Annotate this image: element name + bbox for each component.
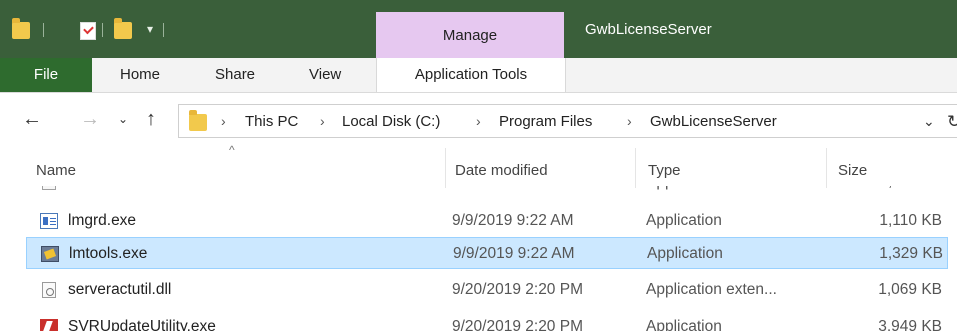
file-name: libfnmdl.dll bbox=[68, 186, 141, 198]
title-bar: ▾ Manage GwbLicenseServer bbox=[0, 0, 957, 58]
tab-share[interactable]: Share bbox=[215, 58, 255, 92]
breadcrumb-separator-icon[interactable]: › bbox=[221, 105, 226, 137]
file-type: Application bbox=[647, 245, 723, 262]
back-arrow-icon[interactable]: ← bbox=[22, 108, 42, 130]
customize-toolbar-dropdown-icon[interactable]: ▾ bbox=[147, 22, 153, 36]
breadcrumb-separator-icon[interactable]: › bbox=[476, 105, 481, 137]
folder-icon bbox=[189, 110, 207, 131]
column-header-size[interactable]: Size bbox=[838, 162, 867, 179]
file-size: 1,069 KB bbox=[878, 281, 942, 298]
tab-application-tools[interactable]: Application Tools bbox=[376, 58, 566, 92]
file-date-modified: 9/9/2019 9:22 AM bbox=[453, 245, 575, 262]
breadcrumb-program-files[interactable]: Program Files bbox=[499, 105, 592, 137]
file-row[interactable]: SVRUpdateUtility.exe 9/20/2019 2:20 PM A… bbox=[26, 311, 948, 331]
dll-file-icon bbox=[42, 186, 56, 190]
file-name: SVRUpdateUtility.exe bbox=[68, 318, 216, 331]
file-name: serveractutil.dll bbox=[68, 281, 172, 298]
file-row[interactable]: libfnmdl.dll 9/20/2019 2:20 PM Applicati… bbox=[26, 186, 948, 198]
new-folder-icon[interactable] bbox=[114, 18, 132, 39]
breadcrumb-local-disk[interactable]: Local Disk (C:) bbox=[342, 105, 440, 137]
breadcrumb-separator-icon[interactable]: › bbox=[320, 105, 325, 137]
column-divider[interactable] bbox=[445, 148, 446, 188]
toolbar-divider bbox=[163, 23, 164, 37]
tab-home[interactable]: Home bbox=[120, 58, 160, 92]
file-date-modified: 9/9/2019 9:22 AM bbox=[452, 212, 574, 229]
file-type: Application exten... bbox=[646, 281, 777, 298]
breadcrumb-gwblicenseserver[interactable]: GwbLicenseServer bbox=[650, 105, 777, 137]
manage-context-tab: Manage bbox=[376, 12, 564, 58]
file-name: lmtools.exe bbox=[69, 245, 148, 262]
toolbar-divider bbox=[43, 23, 44, 37]
refresh-icon[interactable]: ↻ bbox=[947, 105, 957, 138]
file-list-clip-top: libfnmdl.dll 9/20/2019 2:20 PM Applicati… bbox=[0, 186, 957, 199]
file-size: 3,949 KB bbox=[878, 318, 942, 331]
file-row[interactable]: lmgrd.exe 9/9/2019 9:22 AM Application 1… bbox=[26, 205, 948, 237]
column-header-name[interactable]: Name bbox=[36, 162, 76, 179]
column-header-date-modified[interactable]: Date modified bbox=[455, 162, 548, 179]
dll-file-icon bbox=[42, 282, 56, 298]
file-date-modified: 9/20/2019 2:20 PM bbox=[452, 186, 583, 198]
properties-icon[interactable] bbox=[80, 22, 96, 40]
breadcrumb-separator-icon[interactable]: › bbox=[627, 105, 632, 137]
file-size: 1,110 KB bbox=[879, 212, 942, 229]
forward-arrow-icon[interactable]: → bbox=[80, 108, 100, 130]
lmtools-app-icon bbox=[41, 246, 59, 262]
file-list-clip-bottom: SVRUpdateUtility.exe 9/20/2019 2:20 PM A… bbox=[0, 311, 957, 331]
file-type: Application bbox=[646, 318, 722, 331]
breadcrumb-this-pc[interactable]: This PC bbox=[245, 105, 298, 137]
file-row-selected[interactable]: lmtools.exe 9/9/2019 9:22 AM Application… bbox=[26, 237, 948, 269]
toolbar-divider bbox=[102, 23, 103, 37]
address-history-chevron-icon[interactable]: ⌄ bbox=[923, 105, 935, 138]
exe-window-icon bbox=[40, 213, 58, 229]
column-divider[interactable] bbox=[826, 148, 827, 188]
tab-view[interactable]: View bbox=[309, 58, 341, 92]
file-name: lmgrd.exe bbox=[68, 212, 137, 229]
file-row[interactable]: serveractutil.dll 9/20/2019 2:20 PM Appl… bbox=[26, 274, 948, 306]
ribbon-tab-bar: File Home Share View Application Tools bbox=[0, 58, 957, 93]
window-title: GwbLicenseServer bbox=[585, 21, 712, 38]
up-arrow-icon[interactable]: ↑ bbox=[146, 108, 156, 130]
address-bar[interactable]: › This PC › Local Disk (C:) › Program Fi… bbox=[178, 104, 957, 138]
column-header-row: Name Date modified Type Size bbox=[0, 150, 957, 190]
file-size: 1,112 KB bbox=[836, 186, 942, 198]
file-type: Application bbox=[646, 212, 722, 229]
folder-icon[interactable] bbox=[12, 18, 30, 39]
file-date-modified: 9/20/2019 2:20 PM bbox=[452, 318, 583, 331]
column-header-type[interactable]: Type bbox=[648, 162, 681, 179]
tab-file[interactable]: File bbox=[0, 58, 92, 92]
file-size: 1,329 KB bbox=[879, 245, 943, 262]
recent-locations-chevron-icon[interactable]: ⌄ bbox=[118, 108, 128, 130]
file-date-modified: 9/20/2019 2:20 PM bbox=[452, 281, 583, 298]
file-type: Application extension bbox=[646, 186, 793, 198]
column-divider[interactable] bbox=[635, 148, 636, 188]
svr-update-icon bbox=[40, 319, 58, 331]
